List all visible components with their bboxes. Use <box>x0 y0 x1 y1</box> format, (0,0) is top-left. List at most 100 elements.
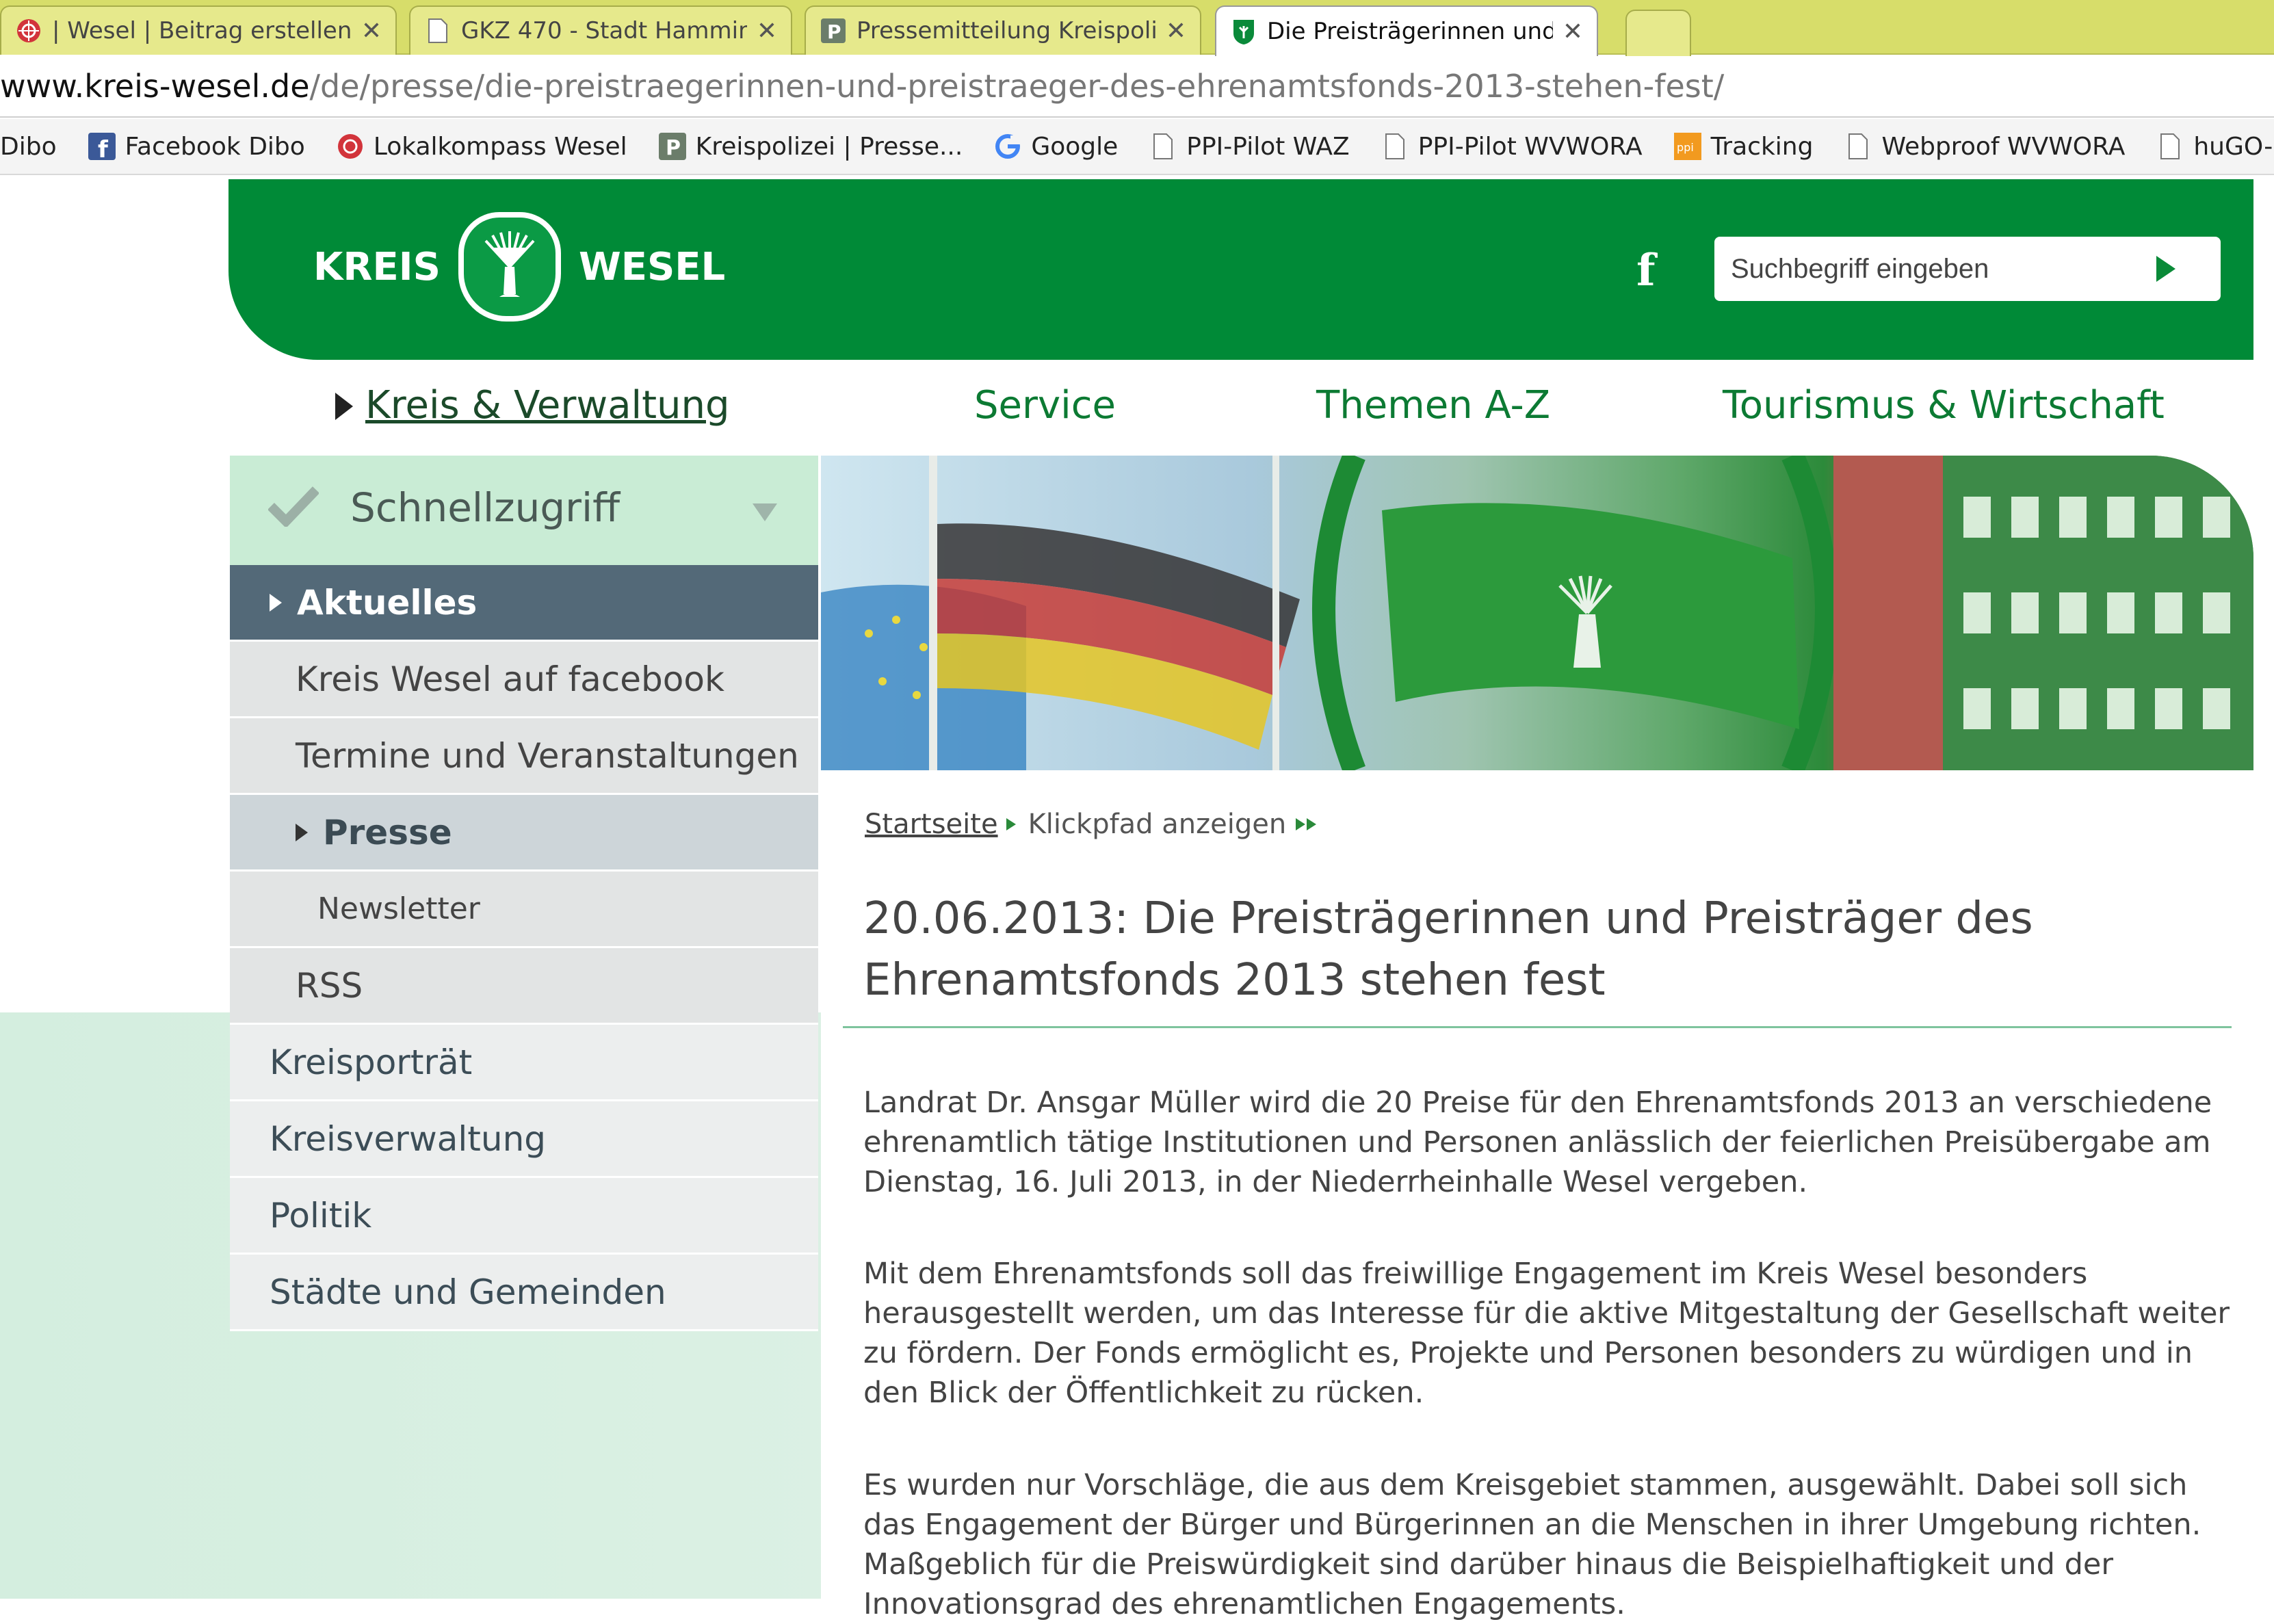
title-divider <box>843 1026 2232 1028</box>
sidebar-item-label: Kreisporträt <box>270 1042 473 1082</box>
browser-tab-2[interactable]: GKZ 470 - Stadt Hammink ✕ <box>409 5 792 55</box>
close-tab-icon[interactable]: ✕ <box>757 17 777 45</box>
sidebar-item-newsletter[interactable]: Newsletter <box>230 872 818 948</box>
sidebar-item-staedte[interactable]: Städte und Gemeinden <box>230 1255 818 1331</box>
p-icon: P <box>820 17 847 44</box>
new-tab-button[interactable] <box>1625 10 1691 59</box>
article-paragraph: Mit dem Ehrenamtsfonds soll das freiwill… <box>863 1257 2230 1410</box>
bookmark-kreispolizei[interactable]: P Kreispolizei | Presse... <box>658 132 963 161</box>
bookmark-lokalkompass[interactable]: Lokalkompass Wesel <box>337 133 627 161</box>
svg-text:ppi: ppi <box>1677 141 1694 154</box>
page-icon <box>1844 133 1872 160</box>
search-submit-icon[interactable] <box>2156 256 2175 282</box>
browser-tab-3[interactable]: P Pressemitteilung Kreispoli ✕ <box>805 5 1201 55</box>
quick-access-toggle[interactable]: Schnellzugriff <box>230 456 818 565</box>
nav-current-marker-icon <box>335 393 353 420</box>
browser-tab-1[interactable]: | Wesel | Beitrag erstellen ✕ <box>0 5 397 55</box>
bookmark-label: PPI-Pilot WVWORA <box>1417 132 1643 161</box>
bookmark-ppi-waz[interactable]: PPI-Pilot WAZ <box>1149 132 1350 161</box>
bookmark-google[interactable]: Google <box>994 133 1118 161</box>
sidebar-item-label: Aktuelles <box>297 582 478 623</box>
bookmark-label: Google <box>1031 132 1119 161</box>
page-icon <box>2156 133 2184 160</box>
sidebar-item-rss[interactable]: RSS <box>230 948 818 1025</box>
url-host: www.kreis-wesel.de <box>0 68 310 105</box>
bookmark-label: Webproof WVWORA <box>1881 132 2126 161</box>
facebook-icon: f <box>88 133 116 160</box>
bookmark-label: Tracking <box>1710 132 1814 161</box>
close-tab-icon[interactable]: ✕ <box>1166 17 1186 45</box>
tab-title: | Wesel | Beitrag erstellen <box>52 17 352 44</box>
close-tab-icon[interactable]: ✕ <box>1563 18 1583 46</box>
sidebar-item-politik[interactable]: Politik <box>230 1178 818 1255</box>
logo-emblem-icon <box>458 212 561 322</box>
address-bar[interactable]: www.kreis-wesel.de/de/presse/die-preistr… <box>0 56 2274 118</box>
url-path: /de/presse/die-preistraegerinnen-und-pre… <box>309 68 1725 105</box>
sidebar-item-kreisportraet[interactable]: Kreisporträt <box>230 1025 818 1101</box>
breadcrumb: Startseite Klickpfad anzeigen <box>865 809 1317 840</box>
arrow-right-icon <box>1006 818 1016 830</box>
bookmark-label: Lokalkompass Wesel <box>373 132 627 161</box>
tab-title: GKZ 470 - Stadt Hammink <box>461 17 747 44</box>
bookmark-label: PPI-Pilot WAZ <box>1186 132 1350 161</box>
search-input[interactable] <box>1729 252 2140 285</box>
bookmarks-bar: Dibo f Facebook Dibo Lokalkompass Wesel … <box>0 119 2274 175</box>
svg-text:P: P <box>666 136 681 160</box>
bookmark-dibo[interactable]: Dibo <box>0 133 57 161</box>
kreis-wesel-icon <box>1230 18 1257 45</box>
browser-tab-4-active[interactable]: Die Preisträgerinnen und I ✕ <box>1215 5 1598 56</box>
lokalkompass-icon <box>337 133 364 160</box>
bookmark-webproof[interactable]: Webproof WVWORA <box>1844 133 2125 161</box>
sidebar: Schnellzugriff Aktuelles Kreis Wesel auf… <box>230 456 818 1331</box>
tab-title: Die Preisträgerinnen und I <box>1267 18 1553 45</box>
bookmark-label: Dibo <box>0 132 57 161</box>
nav-themen-a-z[interactable]: Themen A-Z <box>1316 383 1550 428</box>
sidebar-item-label: Politik <box>270 1195 372 1235</box>
search-box <box>1714 237 2221 301</box>
page-icon <box>1381 133 1409 160</box>
arrow-right-icon <box>270 593 282 612</box>
logo-text-left: KREIS <box>313 244 441 289</box>
close-tab-icon[interactable]: ✕ <box>361 17 382 45</box>
p-icon: P <box>658 133 686 160</box>
checkmark-icon <box>267 486 320 529</box>
svg-text:P: P <box>827 21 841 43</box>
bookmark-facebook-dibo[interactable]: f Facebook Dibo <box>88 133 305 161</box>
sidebar-item-termine[interactable]: Termine und Veranstaltungen <box>230 718 818 795</box>
sidebar-item-label: Kreis Wesel auf facebook <box>296 659 724 699</box>
nav-tourismus-wirtschaft[interactable]: Tourismus & Wirtschaft <box>1723 383 2165 428</box>
sidebar-item-label: Newsletter <box>317 891 480 926</box>
article-title: 20.06.2013: Die Preisträgerinnen und Pre… <box>863 893 2033 1006</box>
breadcrumb-toggle[interactable]: Klickpfad anzeigen <box>1028 809 1287 840</box>
double-arrow-icon <box>1296 818 1317 830</box>
bookmark-label: huGO-CMS <box>2193 132 2274 161</box>
sidebar-item-label: Kreisverwaltung <box>270 1118 547 1159</box>
article-paragraph: Es wurden nur Vorschläge, die aus dem Kr… <box>863 1468 2201 1621</box>
sidebar-item-aktuelles[interactable]: Aktuelles <box>230 565 818 642</box>
bookmark-hugo-cms[interactable]: huGO-CMS <box>2156 133 2274 161</box>
bookmark-ppi-wvwora[interactable]: PPI-Pilot WVWORA <box>1381 133 1643 161</box>
ppi-icon: ppi <box>1673 133 1701 160</box>
sidebar-item-label: Presse <box>323 812 452 852</box>
bookmark-label: Kreispolizei | Presse... <box>695 132 963 161</box>
header-banner-image <box>821 456 2253 770</box>
svg-text:f: f <box>98 136 109 160</box>
google-icon <box>994 133 1021 160</box>
sidebar-item-label: Termine und Veranstaltungen <box>296 735 799 776</box>
sidebar-item-facebook[interactable]: Kreis Wesel auf facebook <box>230 642 818 718</box>
nav-kreis-verwaltung[interactable]: Kreis & Verwaltung <box>365 383 730 428</box>
bookmark-tracking[interactable]: ppi Tracking <box>1673 132 1814 161</box>
facebook-icon[interactable]: f <box>1636 245 1656 296</box>
nav-service[interactable]: Service <box>974 383 1116 428</box>
sidebar-item-label: Städte und Gemeinden <box>270 1272 666 1312</box>
breadcrumb-home-link[interactable]: Startseite <box>865 809 998 840</box>
sidebar-item-label: RSS <box>296 965 363 1006</box>
site-logo[interactable]: KREIS WESEL <box>313 212 725 322</box>
site-header: KREIS WESEL f <box>228 179 2253 360</box>
chevron-down-icon <box>753 503 777 521</box>
arrow-right-icon <box>296 823 308 841</box>
browser-tab-bar: | Wesel | Beitrag erstellen ✕ GKZ 470 - … <box>0 0 2274 59</box>
sidebar-item-presse[interactable]: Presse <box>230 795 818 872</box>
bookmark-label: Facebook Dibo <box>125 132 305 161</box>
sidebar-item-kreisverwaltung[interactable]: Kreisverwaltung <box>230 1101 818 1178</box>
